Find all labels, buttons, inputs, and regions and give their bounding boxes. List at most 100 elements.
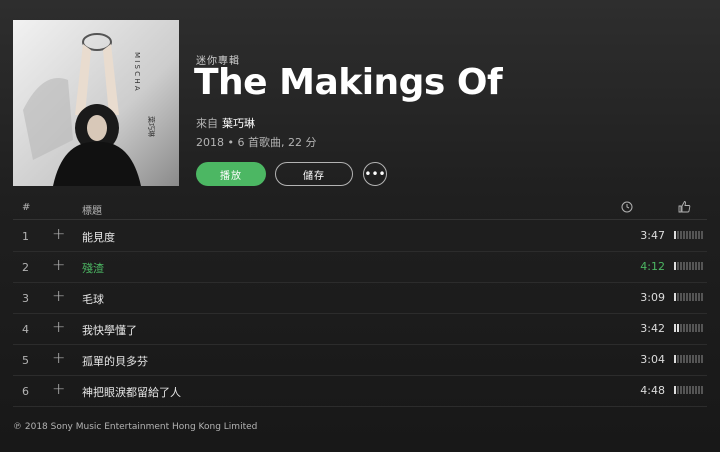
popularity-segment <box>692 355 694 363</box>
popularity-segment <box>689 231 691 239</box>
popularity-segment <box>683 231 685 239</box>
add-icon[interactable]: + <box>52 255 65 274</box>
track-number: 3 <box>22 292 29 305</box>
popularity-segment <box>683 324 685 332</box>
popularity-segment <box>701 324 703 332</box>
popularity-segment <box>698 324 700 332</box>
thumbs-up-icon[interactable] <box>678 200 691 216</box>
track-number: 2 <box>22 261 29 274</box>
popularity-bar <box>674 231 703 239</box>
track-duration: 3:09 <box>640 291 665 304</box>
popularity-segment <box>698 293 700 301</box>
popularity-segment <box>698 355 700 363</box>
track-duration: 4:12 <box>640 260 665 273</box>
popularity-segment <box>680 231 682 239</box>
popularity-segment <box>674 262 676 270</box>
popularity-segment <box>701 262 703 270</box>
popularity-segment <box>692 386 694 394</box>
track-duration: 3:47 <box>640 229 665 242</box>
popularity-segment <box>692 262 694 270</box>
popularity-segment <box>686 386 688 394</box>
popularity-segment <box>683 386 685 394</box>
svg-text:M I S C H A: M I S C H A <box>133 52 141 91</box>
popularity-segment <box>677 262 679 270</box>
svg-text:葉巧琳: 葉巧琳 <box>147 116 156 137</box>
column-number[interactable]: # <box>22 202 30 213</box>
track-duration: 4:48 <box>640 384 665 397</box>
popularity-segment <box>680 324 682 332</box>
add-icon[interactable]: + <box>52 379 65 398</box>
popularity-segment <box>701 386 703 394</box>
clock-icon[interactable] <box>621 201 633 216</box>
popularity-segment <box>677 293 679 301</box>
popularity-segment <box>674 324 676 332</box>
album-cover-art: M I S C H A 葉巧琳 <box>13 20 179 186</box>
popularity-segment <box>689 386 691 394</box>
popularity-segment <box>695 324 697 332</box>
popularity-segment <box>698 262 700 270</box>
popularity-segment <box>683 355 685 363</box>
track-title: 我快學懂了 <box>82 324 137 337</box>
track-number: 5 <box>22 354 29 367</box>
popularity-segment <box>695 231 697 239</box>
track-row[interactable]: 2 + 殘渣 4:12 <box>13 251 707 283</box>
track-title: 神把眼淚都留給了人 <box>82 386 181 399</box>
popularity-segment <box>674 231 676 239</box>
popularity-bar <box>674 386 703 394</box>
popularity-segment <box>677 386 679 394</box>
popularity-segment <box>680 355 682 363</box>
album-byline: 來自 葉巧琳 <box>196 115 255 131</box>
popularity-segment <box>686 231 688 239</box>
popularity-segment <box>698 386 700 394</box>
add-icon[interactable]: + <box>52 286 65 305</box>
track-title: 毛球 <box>82 293 104 306</box>
add-icon[interactable]: + <box>52 348 65 367</box>
album-cover[interactable]: M I S C H A 葉巧琳 <box>13 20 179 186</box>
popularity-segment <box>701 355 703 363</box>
popularity-segment <box>689 324 691 332</box>
popularity-segment <box>695 262 697 270</box>
play-button[interactable]: 播放 <box>196 162 266 186</box>
track-title: 孤單的貝多芬 <box>82 355 148 368</box>
popularity-segment <box>683 293 685 301</box>
popularity-segment <box>674 386 676 394</box>
popularity-bar <box>674 324 703 332</box>
byline-prefix: 來自 <box>196 117 218 130</box>
track-duration: 3:04 <box>640 353 665 366</box>
popularity-segment <box>695 386 697 394</box>
track-title: 能見度 <box>82 231 115 244</box>
track-row[interactable]: 1 + 能見度 3:47 <box>13 220 707 252</box>
popularity-segment <box>692 293 694 301</box>
track-duration: 3:42 <box>640 322 665 335</box>
popularity-segment <box>683 262 685 270</box>
popularity-segment <box>689 293 691 301</box>
popularity-segment <box>677 231 679 239</box>
popularity-segment <box>698 231 700 239</box>
popularity-segment <box>677 355 679 363</box>
track-row[interactable]: 5 + 孤單的貝多芬 3:04 <box>13 344 707 376</box>
popularity-segment <box>686 293 688 301</box>
track-row[interactable]: 6 + 神把眼淚都留給了人 4:48 <box>13 375 707 407</box>
popularity-segment <box>686 262 688 270</box>
track-number: 4 <box>22 323 29 336</box>
popularity-segment <box>680 386 682 394</box>
popularity-segment <box>677 324 679 332</box>
popularity-segment <box>686 324 688 332</box>
save-button[interactable]: 儲存 <box>275 162 353 186</box>
track-number: 6 <box>22 385 29 398</box>
track-title: 殘渣 <box>82 262 104 275</box>
popularity-segment <box>674 293 676 301</box>
artist-link[interactable]: 葉巧琳 <box>222 117 255 130</box>
column-title[interactable]: 標題 <box>82 202 102 217</box>
popularity-segment <box>692 324 694 332</box>
album-info: 2018 • 6 首歌曲, 22 分 <box>196 136 317 149</box>
add-icon[interactable]: + <box>52 224 65 243</box>
popularity-bar <box>674 355 703 363</box>
popularity-segment <box>695 293 697 301</box>
more-options-button[interactable]: ••• <box>363 162 387 186</box>
track-row[interactable]: 3 + 毛球 3:09 <box>13 282 707 314</box>
popularity-segment <box>680 262 682 270</box>
popularity-segment <box>674 355 676 363</box>
add-icon[interactable]: + <box>52 317 65 336</box>
track-row[interactable]: 4 + 我快學懂了 3:42 <box>13 313 707 345</box>
